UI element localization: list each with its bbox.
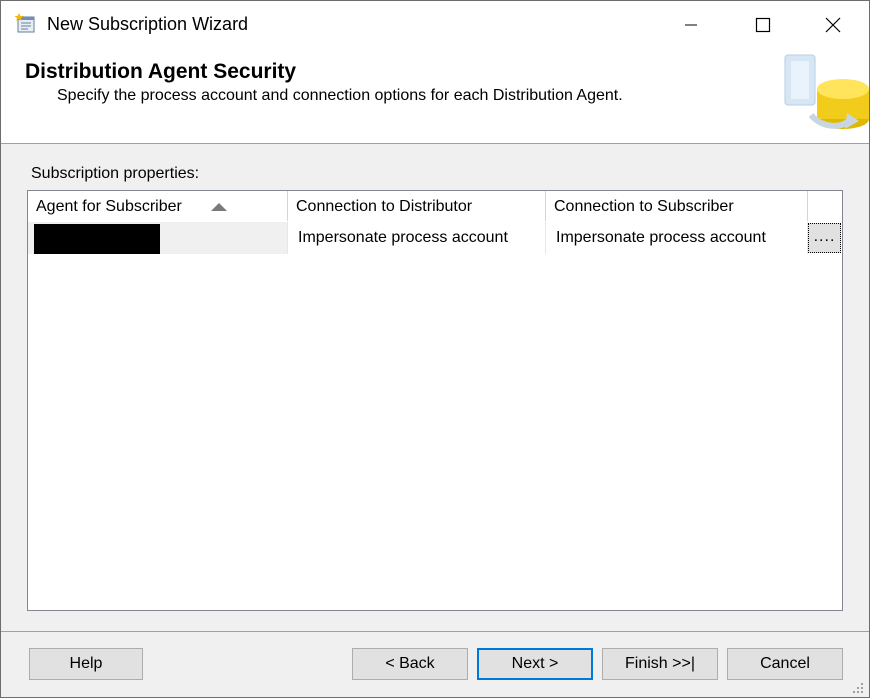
maximize-icon xyxy=(755,17,771,33)
grid-header: Agent for Subscriber Connection to Distr… xyxy=(28,191,842,221)
close-button[interactable] xyxy=(797,1,869,49)
resize-grip-icon[interactable] xyxy=(851,681,865,695)
column-header-label: Connection to Subscriber xyxy=(554,198,734,215)
agent-security-ellipsis-button[interactable]: .... xyxy=(808,223,841,253)
database-graphic-icon xyxy=(784,54,869,129)
wizard-window: New Subscription Wizard Distribution Age… xyxy=(0,0,870,698)
title-bar: New Subscription Wizard xyxy=(1,1,869,49)
column-header-subscriber[interactable]: Connection to Subscriber xyxy=(546,191,808,221)
minimize-button[interactable] xyxy=(655,1,727,49)
wizard-icon xyxy=(15,13,35,33)
column-header-label: Connection to Distributor xyxy=(296,198,473,215)
help-button[interactable]: Help xyxy=(29,648,143,680)
subscription-properties-label: Subscription properties: xyxy=(31,165,200,182)
window-title: New Subscription Wizard xyxy=(47,14,249,34)
maximize-button[interactable] xyxy=(727,1,799,49)
sort-ascending-icon xyxy=(211,203,227,211)
next-button[interactable]: Next > xyxy=(477,648,593,680)
footer-divider xyxy=(1,631,869,632)
distributor-connection-cell[interactable]: Impersonate process account xyxy=(288,222,546,254)
back-button[interactable]: < Back xyxy=(352,648,468,680)
column-header-distributor[interactable]: Connection to Distributor xyxy=(288,191,546,221)
table-row[interactable]: Impersonate process account Impersonate … xyxy=(28,222,842,254)
subscription-grid: Agent for Subscriber Connection to Distr… xyxy=(27,190,843,611)
subscriber-connection-value: Impersonate process account xyxy=(556,229,766,246)
minimize-icon xyxy=(685,24,697,26)
page-title: Distribution Agent Security xyxy=(25,60,297,83)
agent-cell[interactable] xyxy=(28,222,288,254)
column-header-agent[interactable]: Agent for Subscriber xyxy=(28,191,288,221)
close-icon xyxy=(825,17,841,33)
column-header-action xyxy=(808,191,842,221)
wizard-header: Distribution Agent Security Specify the … xyxy=(1,49,869,144)
finish-button[interactable]: Finish >>| xyxy=(602,648,718,680)
page-subtitle: Specify the process account and connecti… xyxy=(57,87,623,104)
subscriber-connection-cell[interactable]: Impersonate process account xyxy=(546,222,808,254)
cancel-button[interactable]: Cancel xyxy=(727,648,843,680)
redacted-subscriber-name xyxy=(34,224,160,254)
distributor-connection-value: Impersonate process account xyxy=(298,229,508,246)
column-header-label: Agent for Subscriber xyxy=(36,198,182,215)
